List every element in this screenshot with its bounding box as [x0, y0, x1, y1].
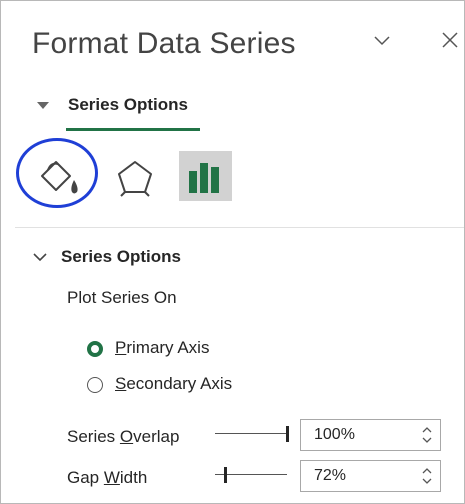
bar-chart-tab[interactable]	[179, 151, 232, 201]
series-options-dropdown[interactable]: Series Options	[37, 95, 188, 115]
primary-axis-label[interactable]: Primary Axis	[115, 338, 209, 358]
secondary-axis-radio[interactable]	[87, 377, 103, 393]
format-data-series-pane: Format Data Series Series Options Series…	[0, 0, 465, 504]
secondary-axis-label[interactable]: Secondary Axis	[115, 374, 232, 394]
series-options-section-header[interactable]: Series Options	[33, 247, 181, 267]
series-overlap-label: Series Overlap	[67, 427, 180, 446]
gap-width-spinner	[300, 460, 441, 492]
chevron-down-icon[interactable]	[373, 34, 391, 48]
divider	[15, 227, 464, 228]
plot-series-on-label: Plot Series On	[67, 288, 177, 307]
series-options-dropdown-label: Series Options	[68, 95, 188, 114]
pentagon-icon[interactable]	[115, 158, 155, 198]
slider-thumb[interactable]	[286, 426, 289, 442]
section-title: Series Options	[61, 247, 181, 266]
chevron-down-icon	[33, 253, 47, 262]
primary-axis-radio[interactable]	[87, 341, 103, 357]
spin-up-icon[interactable]	[421, 467, 433, 475]
bar-chart-icon	[189, 163, 219, 193]
spin-up-icon[interactable]	[421, 426, 433, 434]
slider-track	[215, 433, 287, 434]
spin-down-icon[interactable]	[421, 477, 433, 485]
dropdown-underline	[66, 128, 200, 131]
slider-thumb[interactable]	[224, 467, 228, 483]
triangle-down-icon	[37, 102, 49, 109]
series-overlap-slider[interactable]	[215, 426, 289, 442]
gap-width-label: Gap Width	[67, 468, 148, 487]
spin-down-icon[interactable]	[421, 436, 433, 444]
series-overlap-spinner	[300, 419, 441, 451]
gap-width-slider[interactable]	[215, 467, 287, 483]
series-overlap-input[interactable]	[314, 426, 404, 444]
paint-bucket-icon[interactable]	[36, 156, 86, 200]
gap-width-input[interactable]	[314, 467, 404, 485]
pane-title: Format Data Series	[32, 27, 296, 60]
close-icon[interactable]	[439, 29, 461, 51]
